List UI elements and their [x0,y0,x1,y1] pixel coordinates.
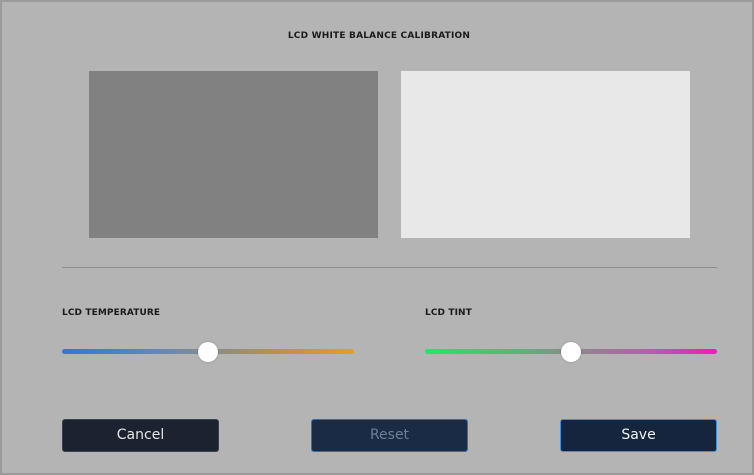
dark-calibration-swatch [89,71,378,238]
save-button[interactable]: Save [560,419,717,452]
lcd-tint-label: LCD TINT [425,308,472,318]
cancel-button[interactable]: Cancel [62,419,219,452]
lcd-temperature-label: LCD TEMPERATURE [62,308,161,318]
divider [62,267,717,268]
dialog-title: LCD WHITE BALANCE CALIBRATION [287,31,471,41]
calibration-screen: LCD WHITE BALANCE CALIBRATION LCD TEMPER… [0,0,754,475]
lcd-tint-slider-handle[interactable] [561,342,581,362]
reset-button[interactable]: Reset [311,419,468,452]
light-calibration-swatch [401,71,690,238]
lcd-temperature-slider-handle[interactable] [198,342,218,362]
